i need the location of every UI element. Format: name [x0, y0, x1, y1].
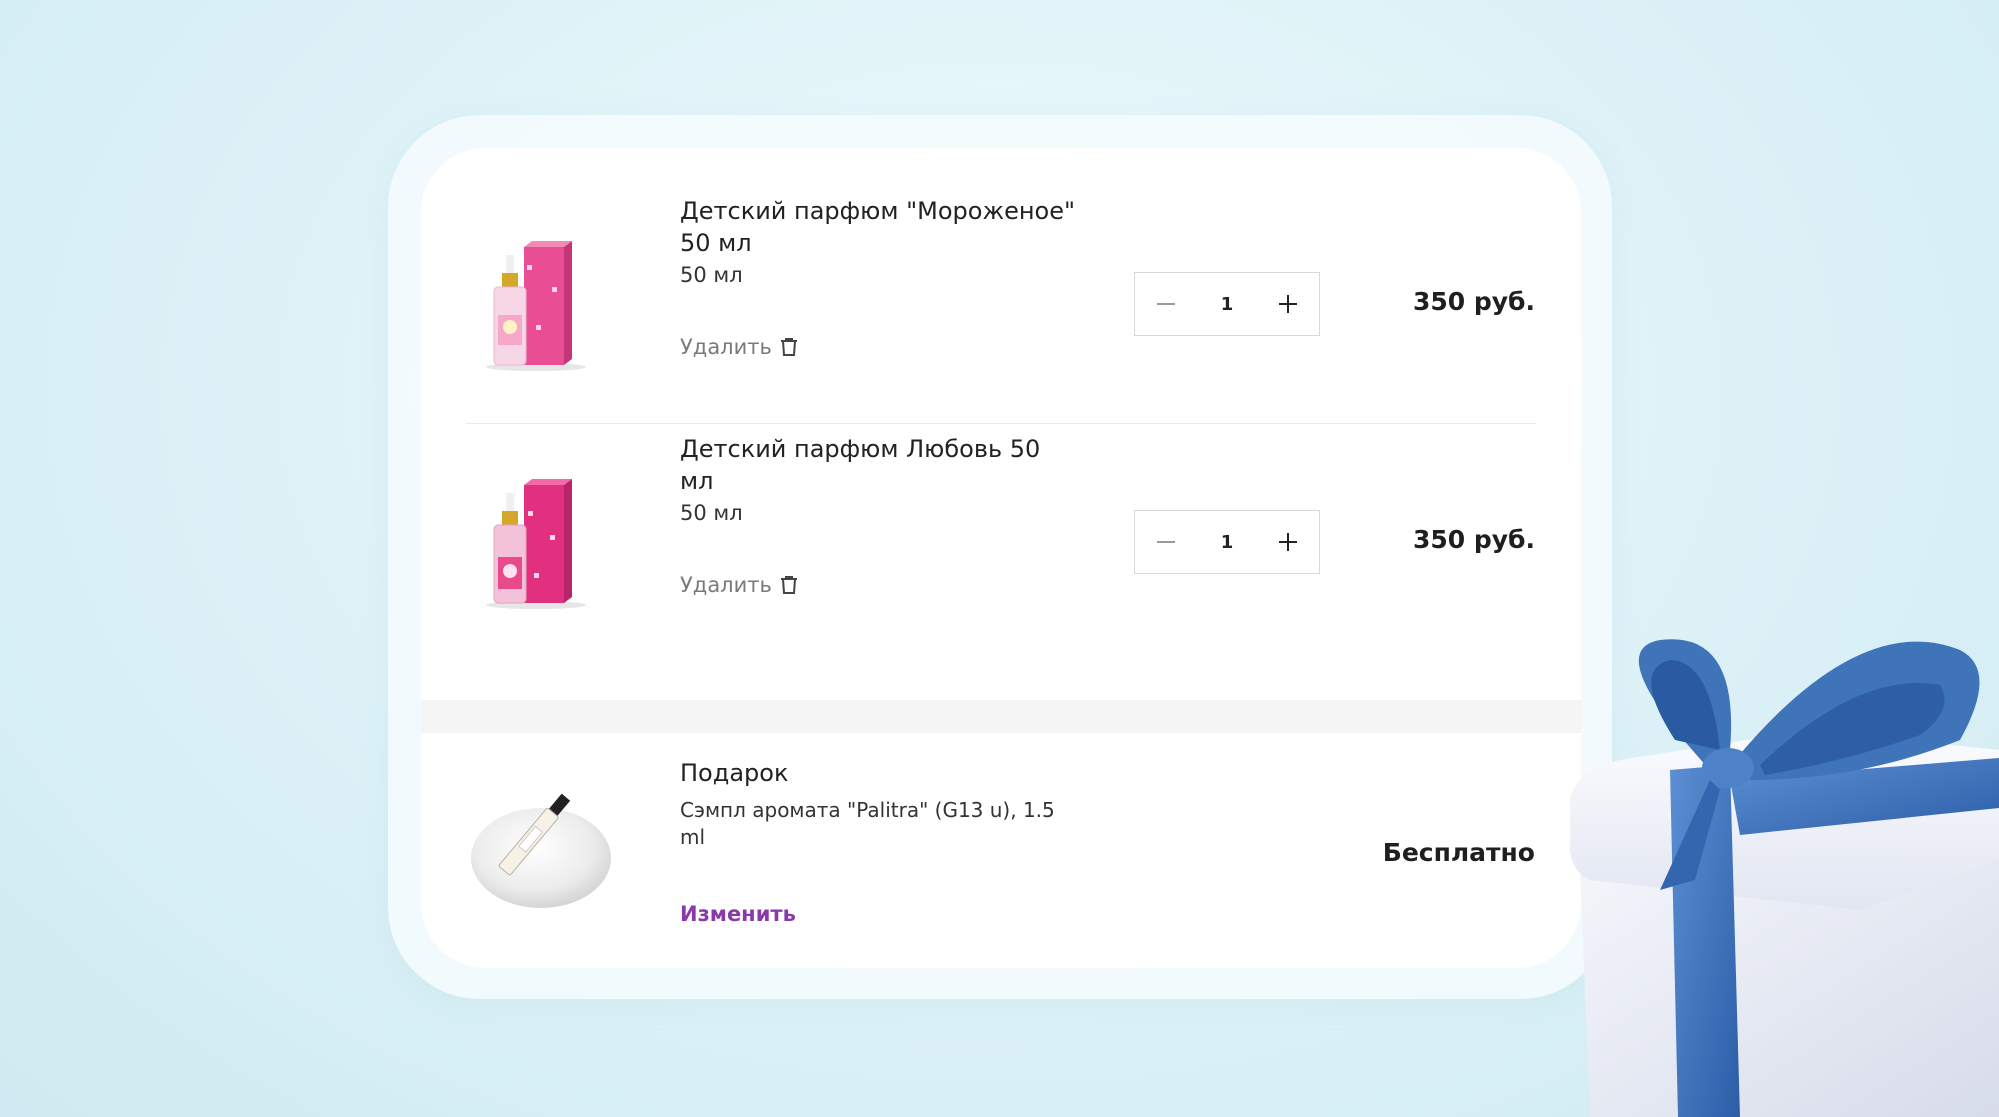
increase-button[interactable] — [1257, 511, 1319, 573]
section-divider — [421, 700, 1581, 733]
remove-label: Удалить — [680, 335, 772, 359]
minus-icon — [1157, 541, 1175, 543]
gift-image — [471, 793, 611, 908]
change-gift-link[interactable]: Изменить — [680, 902, 796, 926]
product-name: Детский парфюм Любовь 50 мл — [680, 435, 1041, 495]
gift-description: Сэмпл аромата "Palitra" (G13 u), 1.5 ml — [680, 798, 1055, 849]
product-volume: 50 мл — [680, 501, 743, 525]
product-image — [486, 479, 586, 609]
increase-button[interactable] — [1257, 273, 1319, 335]
product-name: Детский парфюм "Мороженое" 50 мл — [680, 197, 1076, 257]
gift-item: Подарок Сэмпл аромата "Palitra" (G13 u),… — [421, 733, 1581, 968]
plus-icon — [1279, 295, 1297, 313]
cart-card: Детский парфюм "Мороженое" 50 мл 50 мл У… — [421, 148, 1581, 968]
plus-icon — [1279, 533, 1297, 551]
remove-button[interactable]: Удалить — [680, 573, 798, 597]
quantity-value[interactable]: 1 — [1207, 532, 1247, 553]
trash-icon — [780, 338, 797, 356]
product-volume: 50 мл — [680, 263, 743, 287]
quantity-stepper: 1 — [1134, 272, 1320, 336]
quantity-value[interactable]: 1 — [1207, 294, 1247, 315]
quantity-stepper: 1 — [1134, 510, 1320, 574]
product-image — [486, 241, 586, 371]
minus-icon — [1157, 303, 1175, 305]
item-price: 350 руб. — [1412, 287, 1535, 316]
decrease-button[interactable] — [1135, 273, 1197, 335]
gift-price: Бесплатно — [1382, 838, 1535, 867]
cart-item: Детский парфюм "Мороженое" 50 мл 50 мл У… — [421, 185, 1581, 415]
gift-title: Подарок — [680, 759, 789, 787]
item-price: 350 руб. — [1412, 525, 1535, 554]
gift-box-illustration — [1569, 639, 1999, 1117]
remove-label: Удалить — [680, 573, 772, 597]
cart-item: Детский парфюм Любовь 50 мл 50 мл Удалит… — [421, 423, 1581, 653]
trash-icon — [780, 576, 797, 594]
decrease-button[interactable] — [1135, 511, 1197, 573]
remove-button[interactable]: Удалить — [680, 335, 798, 359]
